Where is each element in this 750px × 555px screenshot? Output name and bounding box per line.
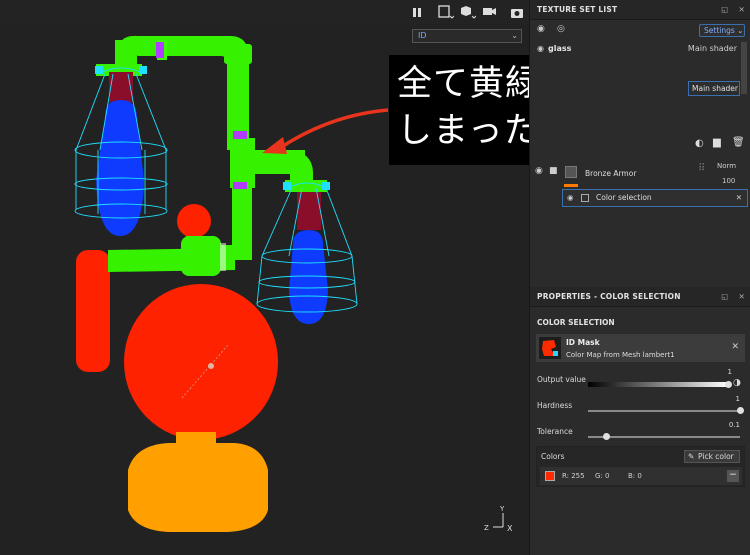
hardness-value[interactable]: 1 [736,395,740,403]
axis-x-label: X [507,524,513,533]
close-icon[interactable]: ✕ [731,342,739,352]
output-value-number[interactable]: 1 [728,368,732,376]
layer-thumbnail [565,166,577,178]
folder-icon: ■ [549,166,558,176]
red-sphere-mesh [124,284,278,440]
maximize-icon[interactable]: ◱ [721,292,728,301]
shader-select[interactable]: Main shader [688,81,740,96]
color-g-value: G: 0 [595,472,610,480]
axis-y-label: Y [499,505,505,513]
tolerance-slider-track[interactable] [588,436,740,438]
output-value-label: Output value [537,375,586,384]
texture-set-row-glass[interactable]: ◉ glass Main shader [530,42,743,56]
layer-row-bronze-armor[interactable]: ◉ ■ Bronze Armor ⠿ Norm 100 [530,160,750,189]
colors-section: Colors ✎ Pick color R: 255 G: 0 B: 0 − [536,446,745,487]
color-swatch[interactable] [545,471,555,481]
hardness-slider-knob[interactable] [737,407,744,414]
texture-set-shader[interactable]: Main shader [688,42,737,56]
mask-icon[interactable]: ◐ [695,138,704,149]
tolerance-value[interactable]: 0.1 [729,421,740,429]
color-b-value: B: 0 [628,472,642,480]
layer-visibility-eye-icon[interactable]: ◉ [535,166,543,176]
hardness-label: Hardness [537,401,573,410]
layer-opacity[interactable]: 100 [722,177,735,185]
output-value-gradient[interactable] [588,382,728,387]
orange-gear-mesh [128,443,268,532]
tolerance-slider-knob[interactable] [603,433,610,440]
axis-z-label: Z [484,524,489,532]
eye-icon[interactable]: ◎ [557,24,565,34]
texture-set-toolbar: ◉ ◎ Settings ⌄ [530,20,750,42]
right-panel: TEXTURE SET LIST ◱ ✕ ◉ ◎ Settings ⌄ ◉ gla… [529,0,750,555]
close-panel-icon[interactable]: ✕ [739,292,745,301]
trash-icon[interactable]: 🗑 [732,137,745,148]
eyedropper-icon[interactable]: ◑ [733,378,741,388]
visibility-eye-icon[interactable]: ◉ [537,42,544,56]
effect-eye-icon[interactable]: ◉ [567,190,574,206]
effect-checkbox[interactable] [581,194,589,202]
mask-source: Color Map from Mesh lambert1 [566,351,675,359]
maximize-icon[interactable]: ◱ [721,5,728,14]
properties-title: PROPERTIES - COLOR SELECTION [537,292,681,301]
blend-grid-icon: ⠿ [698,163,705,174]
color-entry-row[interactable]: R: 255 G: 0 B: 0 − [540,467,742,485]
left-lamp-mesh [74,64,168,236]
effect-name: Color selection [596,193,652,202]
mask-name: ID Mask [566,338,600,347]
eyedropper-icon: ✎ [688,452,695,461]
texture-set-name: glass [548,44,572,53]
effect-row-color-selection[interactable]: ◉ Color selection ✕ [562,189,748,207]
section-title: COLOR SELECTION [537,318,615,327]
red-valve-mesh [177,204,211,238]
red-cylinder-mesh [76,250,110,372]
properties-header: PROPERTIES - COLOR SELECTION ◱ ✕ [530,287,750,307]
right-lamp-mesh [256,180,358,324]
pick-color-button[interactable]: ✎ Pick color [684,450,740,463]
hardness-slider-track[interactable] [588,410,740,412]
close-icon[interactable]: ✕ [736,190,742,206]
color-r-value: R: 255 [562,472,585,480]
tolerance-label: Tolerance [537,427,573,436]
texture-set-list-title: TEXTURE SET LIST [537,5,618,14]
layer-color-bar [564,184,578,187]
blend-mode[interactable]: Norm [717,162,736,170]
axis-gizmo [493,513,504,528]
output-value-knob[interactable] [725,381,732,388]
scrollbar[interactable] [741,42,747,94]
colors-label: Colors [541,452,565,461]
close-panel-icon[interactable]: ✕ [739,5,745,14]
id-mask-card[interactable]: ID Mask Color Map from Mesh lambert1 ✕ [536,334,745,362]
settings-button[interactable]: Settings ⌄ [699,24,745,37]
texture-set-list-header: TEXTURE SET LIST ◱ ✕ [530,0,750,20]
remove-color-button[interactable]: − [727,470,739,482]
3d-viewport[interactable]: ID ⌄ Y Z X 全て黄緑にして しまった。 [0,0,696,555]
callout-arrow [262,108,389,154]
id-mask-icon [539,337,561,359]
eye-add-icon[interactable]: ◉ [537,24,545,34]
layer-name: Bronze Armor [585,169,637,178]
folder-icon[interactable]: ▆ [713,137,721,148]
